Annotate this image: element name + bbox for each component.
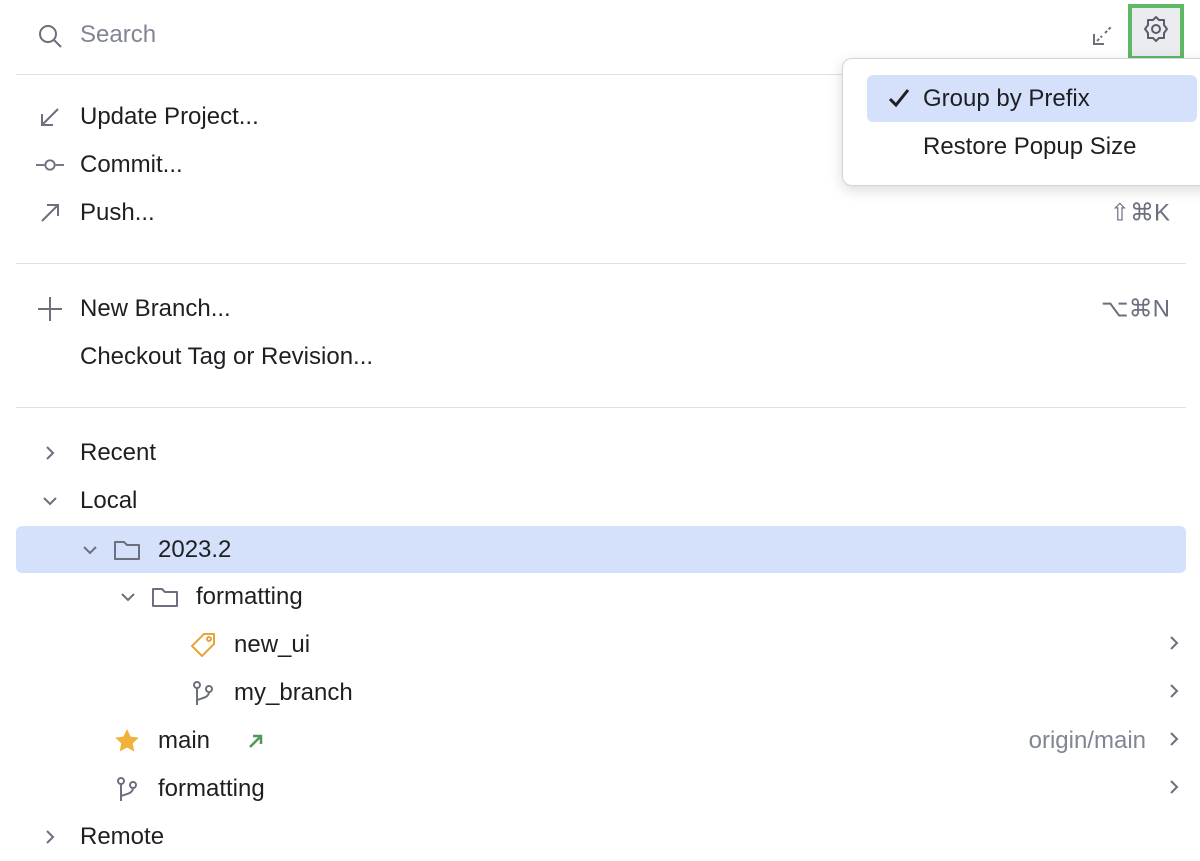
chevron-right-icon[interactable] — [1168, 679, 1180, 707]
star-icon — [113, 727, 141, 755]
shortcut: ⌥⌘N — [1101, 295, 1170, 324]
menu-item-label: Restore Popup Size — [923, 133, 1136, 161]
update-arrow-icon — [36, 103, 64, 131]
settings-popup: Group by Prefix Restore Popup Size — [842, 58, 1200, 186]
branch-label: my_branch — [234, 679, 353, 707]
branch-label: formatting — [158, 775, 265, 803]
commit-icon — [36, 151, 64, 179]
menu-item-restore-popup-size[interactable]: Restore Popup Size — [867, 123, 1197, 170]
outgoing-arrow-icon — [242, 727, 270, 755]
tree-label: formatting — [196, 583, 303, 611]
tree-node-local[interactable]: Local — [16, 477, 1186, 525]
chevron-down-icon — [36, 487, 64, 515]
branch-icon — [189, 679, 217, 707]
folder-icon — [151, 583, 179, 611]
menu-item-label: Group by Prefix — [923, 85, 1090, 113]
push-arrow-icon — [36, 199, 64, 227]
chevron-right-icon[interactable] — [1168, 727, 1180, 755]
search-input[interactable] — [80, 16, 980, 54]
tree-node-formatting-group[interactable]: formatting — [16, 573, 1186, 621]
branch-label: new_ui — [234, 631, 310, 659]
branch-icon — [113, 775, 141, 803]
action-label: Update Project... — [80, 103, 259, 131]
gear-icon — [1141, 14, 1171, 51]
menu-item-group-by-prefix[interactable]: Group by Prefix — [867, 75, 1197, 122]
branch-label: main — [158, 727, 210, 755]
tree-label: Local — [80, 487, 137, 515]
divider — [16, 407, 1186, 408]
chevron-right-icon[interactable] — [1168, 775, 1180, 803]
action-label: Push... — [80, 199, 155, 227]
chevron-down-icon — [76, 536, 104, 564]
tracking-branch: origin/main — [1029, 727, 1146, 755]
checkmark-icon — [887, 86, 911, 117]
tree-label: Recent — [80, 439, 156, 467]
folder-icon — [113, 536, 141, 564]
divider — [16, 263, 1186, 264]
action-checkout-tag[interactable]: Checkout Tag or Revision... — [16, 333, 1186, 381]
branch-new-ui[interactable]: new_ui — [16, 621, 1186, 669]
tree-label: 2023.2 — [158, 536, 231, 564]
shortcut: ⇧⌘K — [1110, 199, 1170, 228]
collapse-icon[interactable] — [1090, 22, 1116, 48]
search-icon — [36, 22, 64, 50]
chevron-right-icon — [36, 439, 64, 467]
branch-formatting[interactable]: formatting — [16, 765, 1186, 813]
action-label: New Branch... — [80, 295, 231, 323]
tree-node-recent[interactable]: Recent — [16, 429, 1186, 477]
branch-my-branch[interactable]: my_branch — [16, 669, 1186, 717]
tree-node-group-2023-2[interactable]: 2023.2 — [16, 526, 1186, 573]
action-label: Checkout Tag or Revision... — [80, 343, 373, 371]
tag-icon — [189, 631, 217, 659]
tree-label: Remote — [80, 823, 164, 851]
action-label: Commit... — [80, 151, 183, 179]
chevron-right-icon — [36, 823, 64, 851]
tree-node-remote[interactable]: Remote — [16, 813, 1186, 861]
action-push[interactable]: Push... ⇧⌘K — [16, 189, 1186, 237]
action-new-branch[interactable]: New Branch... ⌥⌘N — [16, 285, 1186, 333]
branch-main[interactable]: main origin/main — [16, 717, 1186, 765]
settings-button[interactable] — [1128, 4, 1184, 60]
plus-icon — [36, 295, 64, 323]
chevron-down-icon — [114, 583, 142, 611]
chevron-right-icon[interactable] — [1168, 631, 1180, 659]
